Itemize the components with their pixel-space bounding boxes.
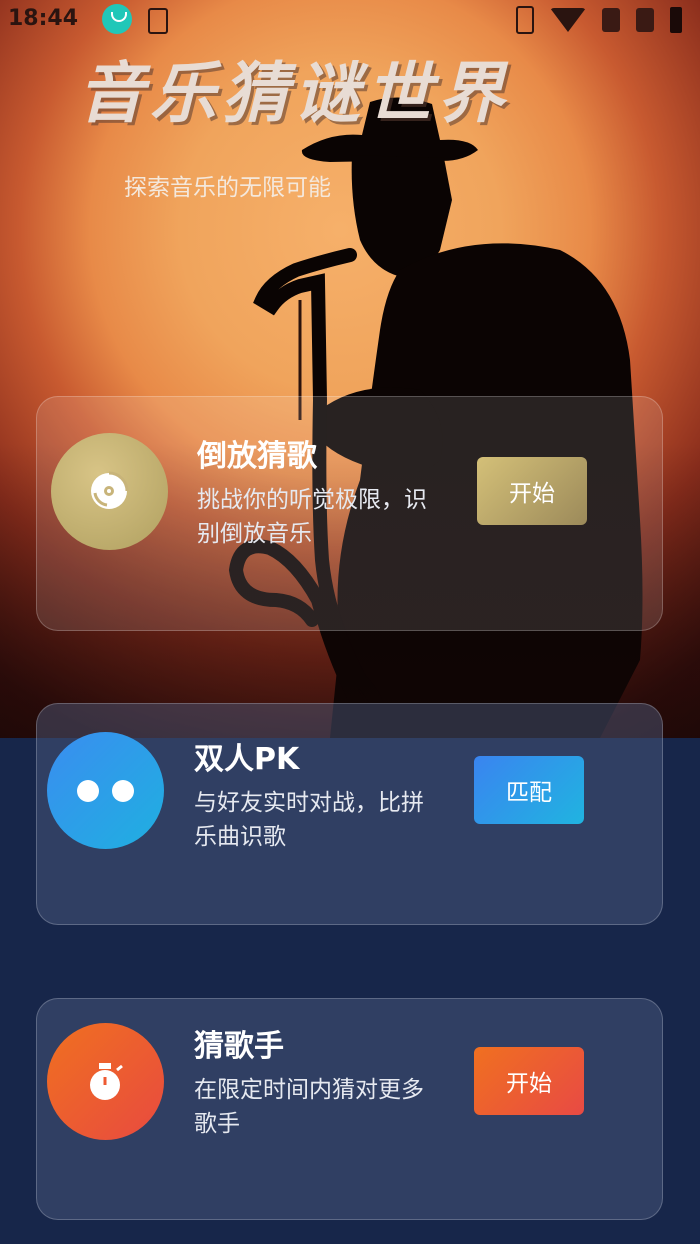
mode-card-reverse[interactable]: 倒放猜歌 挑战你的听觉极限，识别倒放音乐 开始 — [36, 396, 663, 631]
mode-description: 在限定时间内猜对更多歌手 — [194, 1077, 424, 1137]
vibrate-icon — [516, 6, 534, 34]
mode-description: 与好友实时对战，比拼乐曲识歌 — [194, 790, 424, 850]
home-screen: 18:44 音乐猜谜世界 探索音乐的无限可能 倒放猜歌 挑战你的听觉极限，识别倒… — [0, 0, 700, 1244]
mode-icon-circle — [51, 433, 168, 550]
app-title: 音乐猜谜世界 — [78, 55, 510, 132]
status-time: 18:44 — [8, 6, 79, 31]
vinyl-disc-icon — [91, 471, 129, 509]
wifi-icon — [550, 8, 586, 32]
mode-title: 倒放猜歌 — [197, 439, 317, 474]
mode-icon-circle — [47, 732, 164, 849]
mode-description: 挑战你的听觉极限，识别倒放音乐 — [197, 487, 427, 547]
mode-icon-circle — [47, 1023, 164, 1140]
match-button[interactable]: 匹配 — [474, 756, 584, 824]
status-icons — [516, 6, 682, 34]
mode-card-pk[interactable]: 双人PK 与好友实时对战，比拼乐曲识歌 匹配 — [36, 703, 663, 925]
mode-card-singer[interactable]: 猜歌手 在限定时间内猜对更多歌手 开始 — [36, 998, 663, 1220]
sim2-icon — [636, 8, 654, 32]
status-bar: 18:44 — [0, 0, 700, 40]
start-button[interactable]: 开始 — [474, 1047, 584, 1115]
app-subtitle: 探索音乐的无限可能 — [124, 175, 331, 201]
sim1-icon — [602, 8, 620, 32]
app-notification-icon — [102, 4, 132, 34]
mode-title: 猜歌手 — [194, 1029, 284, 1064]
start-button[interactable]: 开始 — [477, 457, 587, 525]
notification-icon — [148, 8, 168, 34]
two-players-icon — [77, 780, 134, 802]
battery-icon — [670, 7, 682, 33]
mode-title: 双人PK — [194, 742, 300, 777]
stopwatch-icon — [90, 1063, 123, 1100]
